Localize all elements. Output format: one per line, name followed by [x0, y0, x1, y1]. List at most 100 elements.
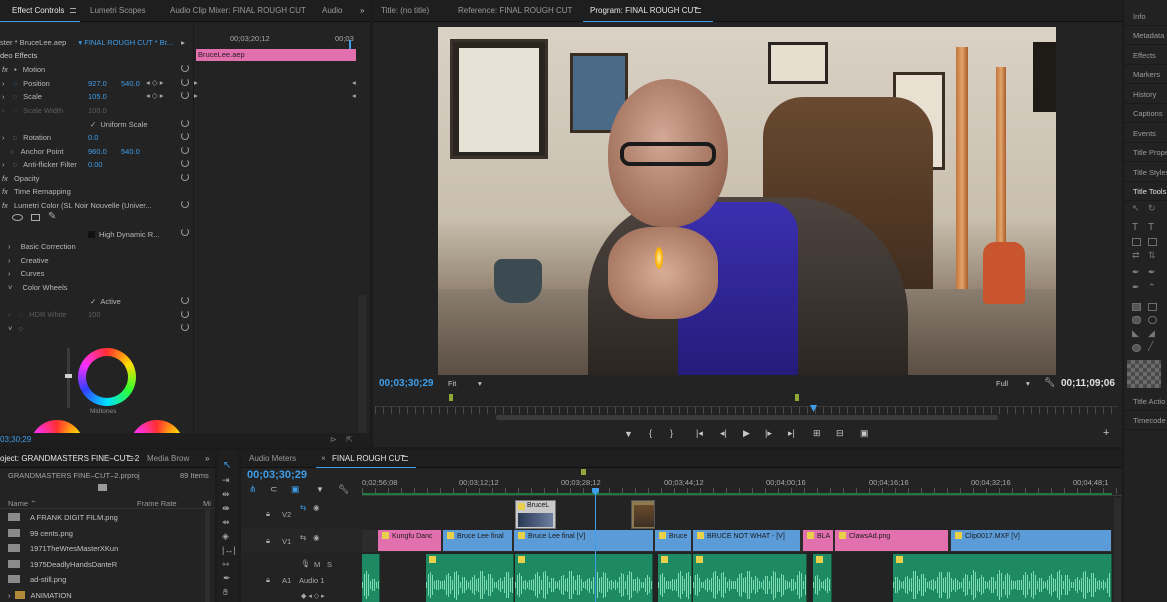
anchor-y-value[interactable]: 540.0 — [121, 147, 140, 156]
program-scrubber[interactable] — [375, 406, 1118, 414]
pen-tool-icon[interactable]: ✒ — [1132, 267, 1140, 278]
column-media[interactable]: Mi — [203, 499, 211, 508]
tab-audio-clip-mixer[interactable]: Audio Clip Mixer: FINAL ROUGH CUT — [170, 0, 306, 22]
vertical-area-type-tool-icon[interactable] — [1148, 238, 1157, 246]
line-tool-icon[interactable]: ╱ — [1148, 341, 1153, 352]
reset-icon[interactable] — [181, 119, 189, 127]
add-anchor-tool-icon[interactable]: ✒ — [1148, 267, 1156, 278]
program-video-frame[interactable] — [438, 27, 1056, 375]
mic-icon[interactable]: 🎙︎ — [301, 559, 311, 568]
convert-anchor-tool-icon[interactable]: ⌃ — [1148, 282, 1156, 293]
anti-flicker-row[interactable]: › ◌ Anti-flicker Filter — [0, 158, 77, 171]
panel-metadata[interactable]: Metadata — [1124, 26, 1167, 45]
selection-tool-icon[interactable]: ↖ — [1132, 203, 1140, 214]
ripple-edit-tool-icon[interactable]: ⇹ — [222, 489, 230, 500]
tab-final-rough-cut[interactable]: FINAL ROUGH CUT — [332, 450, 405, 468]
wheel-expand-row[interactable]: ˅ ◌ — [0, 322, 23, 335]
scale-row[interactable]: › ◌ Scale — [0, 90, 42, 103]
audio-clip[interactable] — [426, 554, 514, 602]
extract-icon[interactable]: ⊟ — [836, 428, 844, 439]
v1-clip[interactable]: Bruce Lee final [V] — [514, 530, 654, 551]
panel-timecode[interactable]: Timecode — [1124, 411, 1167, 430]
panel-info[interactable]: Info — [1124, 7, 1167, 26]
reset-icon[interactable] — [181, 173, 189, 181]
tab-audio-meters[interactable]: Audio Meters — [249, 450, 296, 468]
track-select-tool-icon[interactable]: ⇥ — [222, 475, 230, 486]
marker-icon[interactable]: ▼ — [624, 429, 633, 439]
timeline-playhead-line[interactable] — [595, 495, 596, 602]
timeline-ruler[interactable]: 0;02;56;08 00;03;12;12 00;03;28;12 00;03… — [362, 469, 1122, 496]
midtones-slider[interactable] — [67, 348, 70, 408]
project-scrollbar[interactable] — [205, 510, 210, 602]
reset-icon[interactable] — [181, 310, 189, 318]
audio-clip[interactable] — [515, 554, 653, 602]
wrench-icon[interactable]: 🔧︎ — [1044, 377, 1055, 388]
checkbox-icon[interactable] — [88, 231, 95, 238]
panel-markers[interactable]: Markers — [1124, 65, 1167, 84]
scale-value[interactable]: 105.0 — [88, 92, 107, 101]
pen-tool-icon[interactable]: ✒ — [223, 573, 231, 584]
selection-tool-icon[interactable]: ↖ — [223, 460, 231, 471]
mark-in-icon[interactable]: { — [649, 428, 652, 438]
fit-dropdown[interactable]: Fit ▾ — [448, 379, 488, 389]
anchor-point-row[interactable]: ◌ Anchor Point — [0, 145, 64, 158]
tab-effect-controls[interactable]: Effect Controls — [12, 0, 64, 22]
reset-icon[interactable] — [181, 146, 189, 154]
v1-clip[interactable]: BRUCE NOT WHAT - [V] — [693, 530, 801, 551]
timeline-scrollbar[interactable] — [1114, 498, 1121, 602]
export-icon[interactable]: ⇱ — [346, 435, 353, 444]
delete-anchor-tool-icon[interactable]: ✒ — [1132, 282, 1140, 293]
marker-icon[interactable]: ▼ — [316, 485, 324, 494]
keyframe-nav-icon[interactable]: ◂ ◇ ▸ — [146, 78, 163, 87]
nest-icon[interactable]: ▣ — [291, 484, 300, 495]
track-name-a1[interactable]: Audio 1 — [299, 576, 324, 585]
reset-icon[interactable] — [181, 323, 189, 331]
type-tool-icon[interactable]: T — [1132, 222, 1138, 233]
double-chevron-right-icon[interactable]: » — [360, 0, 364, 22]
keyframe-nav-icon[interactable]: ◆ ◂ ◇ ▸ — [301, 592, 325, 600]
column-frame-rate[interactable]: Frame Rate — [137, 499, 177, 508]
hamburger-icon[interactable] — [127, 456, 133, 461]
timeline-timecode[interactable]: 00;03;30;29 — [247, 469, 307, 481]
reset-icon[interactable] — [181, 159, 189, 167]
mute-button[interactable]: M — [314, 560, 320, 569]
position-row[interactable]: › ◌ Position — [0, 77, 50, 90]
solo-button[interactable]: S — [327, 560, 332, 569]
track-label-v1[interactable]: V1 — [282, 537, 291, 546]
program-zoom-bar[interactable] — [496, 415, 998, 420]
rounded-corner-tool-icon[interactable] — [1148, 316, 1157, 324]
list-item[interactable]: ad-still.png — [8, 572, 66, 587]
snap-icon[interactable]: ⋔ — [249, 484, 257, 495]
razor-tool-icon[interactable]: ◈ — [222, 531, 229, 542]
lift-icon[interactable]: ⊞ — [813, 428, 821, 439]
hamburger-icon[interactable] — [70, 8, 76, 13]
folder-icon[interactable] — [98, 484, 107, 491]
ellipse-mask-icon[interactable] — [12, 214, 23, 221]
effect-controls-scrollbar[interactable] — [358, 295, 366, 433]
wedge-tool-icon[interactable]: ◣ — [1132, 328, 1139, 339]
arc-tool-icon[interactable]: ◢ — [1148, 328, 1155, 339]
audio-clip[interactable] — [362, 554, 380, 602]
sync-lock-icon[interactable]: ⇆ — [300, 533, 306, 542]
list-item[interactable]: 1971TheWresMasterXKun — [8, 541, 118, 556]
v1-clip[interactable]: Kungfu Danc — [378, 530, 442, 551]
v1-clip[interactable]: Bruce Lee final — [443, 530, 513, 551]
reset-icon[interactable] — [181, 78, 189, 86]
work-area-bar[interactable] — [362, 493, 1112, 495]
audio-clip[interactable] — [693, 554, 807, 602]
camera-icon[interactable]: ▣ — [860, 428, 869, 439]
rotation-value[interactable]: 0.0 — [88, 133, 98, 142]
reset-icon[interactable] — [181, 296, 189, 304]
audio-clip[interactable] — [813, 554, 832, 602]
ellipse-tool-icon[interactable] — [1132, 344, 1141, 352]
clip-bar[interactable]: BruceLee.aep — [196, 49, 356, 61]
lock-icon[interactable]: 🔒︎ — [266, 509, 270, 519]
color-wheels-row[interactable]: ˅ Color Wheels — [0, 281, 68, 294]
midtones-slider-handle[interactable] — [65, 374, 72, 378]
reset-icon[interactable] — [181, 132, 189, 140]
audio-clip[interactable] — [658, 554, 692, 602]
wrench-icon[interactable]: 🔧︎ — [338, 484, 349, 495]
panel-title-tools[interactable]: Title Tools — [1124, 182, 1167, 201]
lock-icon[interactable]: 🔒︎ — [266, 575, 270, 585]
reset-icon[interactable] — [181, 228, 189, 236]
